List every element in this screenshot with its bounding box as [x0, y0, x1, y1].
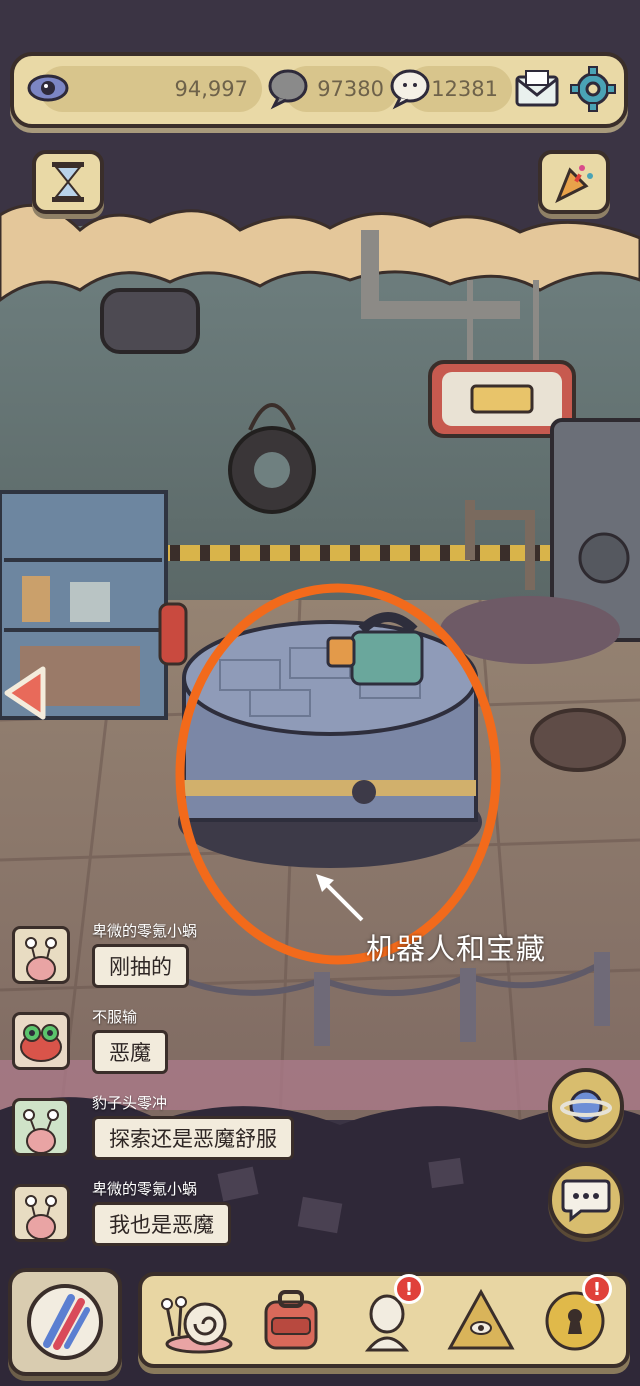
- hourglass-button[interactable]: [32, 150, 104, 214]
- chat-username: 不服输: [92, 1008, 138, 1026]
- mail-icon: [515, 70, 559, 107]
- avatar: [12, 1184, 70, 1242]
- bottom-dock: ! !: [138, 1272, 630, 1368]
- chat-message[interactable]: 豹子头零冲 探索还是恶魔舒服: [12, 1094, 312, 1168]
- snail-icon: [161, 1296, 233, 1354]
- back-arrow-icon: [4, 666, 46, 720]
- chat-bubble: 我也是恶魔: [92, 1202, 231, 1246]
- pyramid-eye-icon: [447, 1288, 515, 1350]
- gacha-button[interactable]: [8, 1268, 122, 1376]
- planet-button[interactable]: [548, 1068, 624, 1144]
- chat-bubble: 探索还是恶魔舒服: [92, 1116, 294, 1160]
- chat-username: 卑微的零氪小蜗: [92, 1180, 198, 1198]
- pyramid-button[interactable]: [440, 1284, 522, 1358]
- hourglass-icon: [52, 162, 84, 202]
- party-popper-icon: [555, 165, 593, 204]
- gear-icon: [570, 66, 616, 112]
- speech-white-value: 12381: [431, 77, 498, 101]
- chat-username: 豹子头零冲: [92, 1094, 168, 1112]
- chat-icon: [561, 1179, 611, 1223]
- backpack-button[interactable]: [250, 1284, 332, 1358]
- eye-resource: 94,997: [40, 66, 262, 112]
- back-button[interactable]: [2, 664, 48, 722]
- avatar: [12, 1098, 70, 1156]
- avatar: [12, 926, 70, 984]
- planet-icon: [560, 1089, 612, 1123]
- statue-button[interactable]: !: [346, 1274, 428, 1358]
- speech-bubble-icon: [266, 66, 310, 110]
- keyhole-button[interactable]: !: [534, 1274, 616, 1358]
- chat-message[interactable]: 卑微的零氪小蜗 我也是恶魔: [12, 1180, 312, 1254]
- annotation-label: 机器人和宝藏: [366, 932, 547, 966]
- chat-username: 卑微的零氪小蜗: [92, 922, 198, 940]
- chat-message[interactable]: 不服输 恶魔: [12, 1008, 312, 1082]
- party-button[interactable]: [538, 150, 610, 214]
- notification-badge: !: [582, 1274, 612, 1304]
- notification-badge: !: [394, 1274, 424, 1304]
- backpack-icon: [264, 1290, 318, 1350]
- mail-button[interactable]: [512, 66, 562, 112]
- snail-button[interactable]: [156, 1284, 238, 1358]
- chat-message[interactable]: 卑微的零氪小蜗 刚抽的: [12, 922, 312, 996]
- chat-bubble: 刚抽的: [92, 944, 189, 988]
- settings-button[interactable]: [568, 64, 618, 114]
- avatar: [12, 1012, 70, 1070]
- chat-button[interactable]: [548, 1162, 624, 1238]
- eye-resource-value: 94,997: [174, 77, 248, 101]
- eye-icon: [26, 66, 70, 110]
- chat-bubble: 恶魔: [92, 1030, 168, 1074]
- feather-scroll-icon: [27, 1284, 103, 1360]
- speech-gray-value: 97380: [317, 77, 384, 101]
- ghost-speech-icon: [388, 66, 432, 110]
- resource-bar: 94,997 97380 12381: [10, 52, 628, 128]
